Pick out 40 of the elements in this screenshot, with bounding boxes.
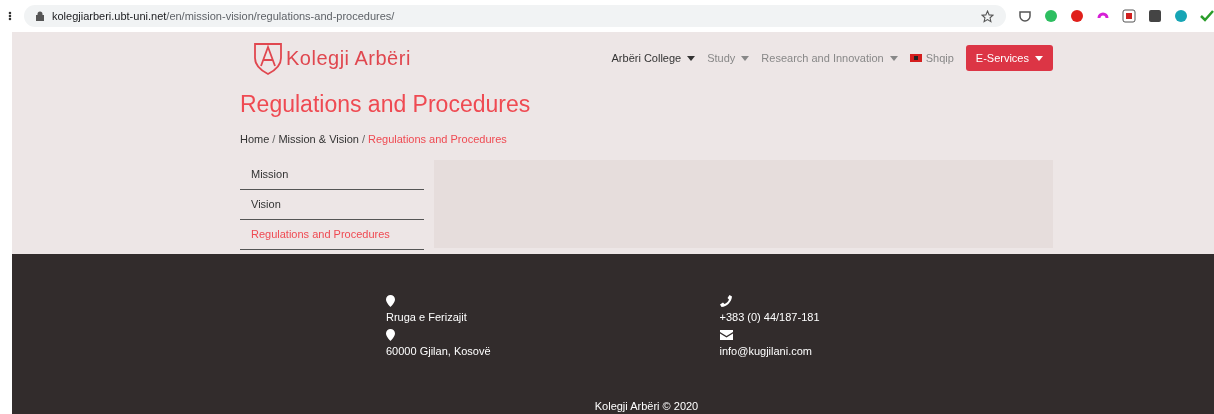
footer-text: +383 (0) 44/187-181	[719, 310, 821, 325]
square-icon[interactable]	[1122, 9, 1136, 23]
envelope-icon	[719, 329, 733, 340]
check-icon[interactable]	[1200, 9, 1214, 23]
sidebar-item[interactable]: Mission	[240, 159, 424, 190]
circle-icon[interactable]	[1174, 9, 1188, 23]
nav-link[interactable]: Research and Innovation	[761, 49, 898, 67]
flag-icon	[909, 54, 922, 62]
e-services-button[interactable]: E-Services	[965, 45, 1053, 71]
footer-text: info@kugjilani.com	[719, 344, 813, 359]
url-text: kolegjiarberi.ubt-uni.net/en/mission-vision/regulations-and-procedures/	[51, 8, 395, 24]
breadcrumb-separator: /	[361, 132, 365, 147]
caret-icon	[1035, 55, 1043, 61]
address-bar[interactable]: kolegjiarberi.ubt-uni.net/en/mission-vision/regulations-and-procedures/	[23, 5, 1006, 27]
logo[interactable]: Kolegji Arbëri	[252, 41, 411, 75]
square-icon[interactable]	[1148, 9, 1162, 23]
footer-text: Rruga e Ferizajit	[386, 310, 468, 325]
map-pin-icon	[386, 328, 395, 341]
pocket-icon[interactable]	[1018, 9, 1032, 23]
breadcrumb-link[interactable]: Home	[240, 131, 270, 148]
page-title: Regulations and Procedures	[240, 90, 532, 119]
nav-link[interactable]: Arbëri College	[611, 49, 696, 67]
menu-icon[interactable]	[8, 11, 12, 21]
star-icon[interactable]	[981, 9, 994, 23]
breadcrumb-separator: /	[272, 132, 276, 147]
caret-icon	[687, 55, 696, 61]
breadcrumb-link[interactable]: Mission & Vision	[278, 131, 359, 148]
sidebar-item[interactable]: Regulations and Procedures	[240, 219, 424, 250]
phone-icon	[719, 294, 732, 307]
lock-icon	[35, 11, 44, 21]
footer-text: 60000 Gjilan, Kosovë	[386, 344, 492, 359]
shield-logo-icon	[252, 41, 284, 75]
map-pin-icon	[386, 294, 395, 307]
breadcrumb-link[interactable]: Regulations and Procedures	[367, 131, 507, 148]
nav-link[interactable]: Study	[707, 49, 750, 67]
caret-icon	[741, 55, 750, 61]
sidebar-item[interactable]: Vision	[240, 189, 424, 220]
caret-icon	[889, 55, 898, 61]
copyright-text: Kolegji Arbëri © 2020	[594, 399, 699, 413]
nav-link[interactable]: Shqip	[909, 49, 954, 67]
